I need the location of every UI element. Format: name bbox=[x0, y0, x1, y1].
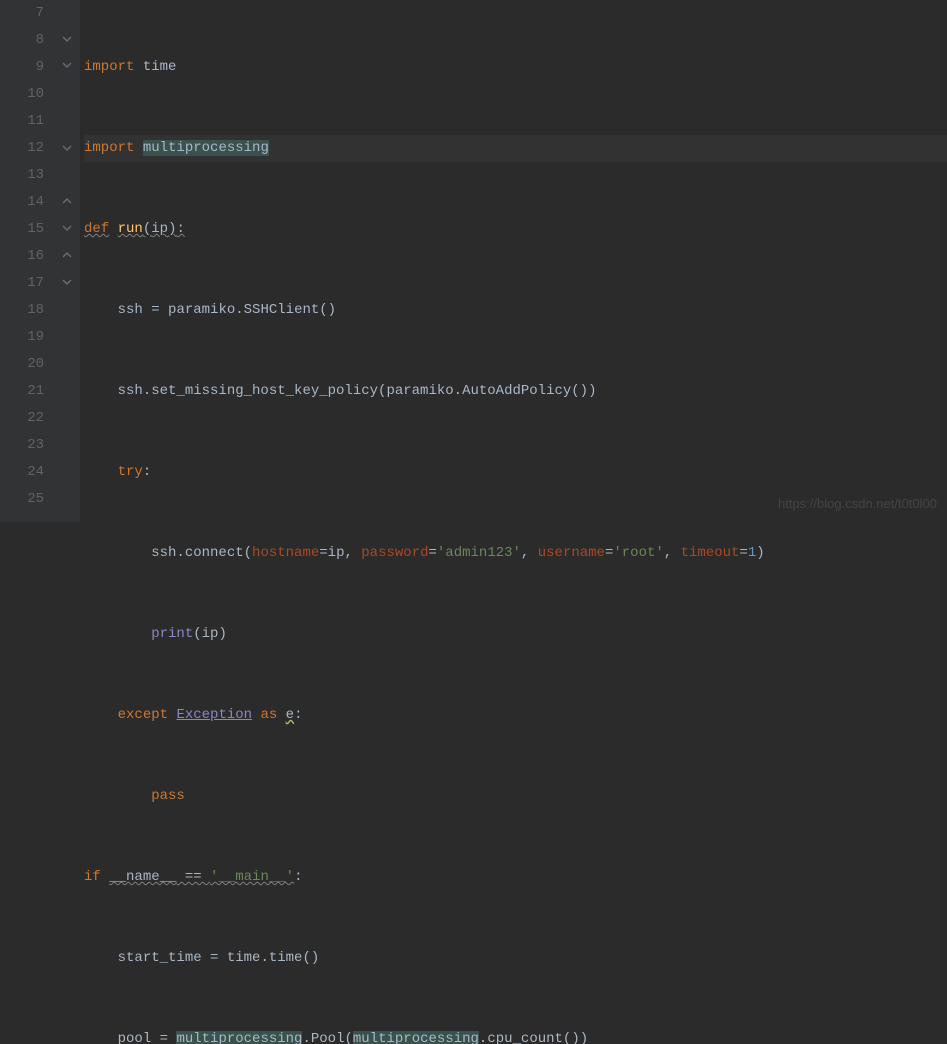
fold-gutter bbox=[56, 0, 80, 522]
line-number: 22 bbox=[0, 405, 44, 432]
code-line[interactable]: import multiprocessing bbox=[84, 135, 947, 162]
line-number: 14 bbox=[0, 189, 44, 216]
code-line[interactable]: print(ip) bbox=[84, 621, 947, 648]
line-number: 10 bbox=[0, 81, 44, 108]
line-number: 12 bbox=[0, 135, 44, 162]
fold-close-icon[interactable] bbox=[62, 196, 72, 206]
line-number: 20 bbox=[0, 351, 44, 378]
line-number: 23 bbox=[0, 432, 44, 459]
line-number: 19 bbox=[0, 324, 44, 351]
line-number: 15 bbox=[0, 216, 44, 243]
fold-open-icon[interactable] bbox=[62, 277, 72, 287]
fold-open-icon[interactable] bbox=[62, 143, 72, 153]
code-line[interactable]: start_time = time.time() bbox=[84, 945, 947, 972]
code-content[interactable]: import time import multiprocessing def r… bbox=[80, 0, 947, 522]
code-line[interactable]: pool = multiprocessing.Pool(multiprocess… bbox=[84, 1026, 947, 1044]
fold-close-icon[interactable] bbox=[62, 250, 72, 260]
code-line[interactable]: ssh = paramiko.SSHClient() bbox=[84, 297, 947, 324]
line-number: 24 bbox=[0, 459, 44, 486]
line-number: 9 bbox=[0, 54, 44, 81]
code-line[interactable]: try: bbox=[84, 459, 947, 486]
line-number: 8 bbox=[0, 27, 44, 54]
line-number: 13 bbox=[0, 162, 44, 189]
line-number: 11 bbox=[0, 108, 44, 135]
code-line[interactable]: except Exception as e: bbox=[84, 702, 947, 729]
code-line[interactable]: if __name__ == '__main__': bbox=[84, 864, 947, 891]
watermark-text: https://blog.csdn.net/t0t0l00 bbox=[778, 490, 937, 517]
line-number: 25 bbox=[0, 486, 44, 513]
line-number: 7 bbox=[0, 0, 44, 27]
fold-open-icon[interactable] bbox=[62, 34, 72, 44]
line-number-gutter: 7 8 9 10 11 12 13 14 15 16 17 18 19 20 2… bbox=[0, 0, 56, 522]
code-line[interactable]: def run(ip): bbox=[84, 216, 947, 243]
code-line[interactable]: import time bbox=[84, 54, 947, 81]
line-number: 16 bbox=[0, 243, 44, 270]
line-number: 21 bbox=[0, 378, 44, 405]
fold-open-icon[interactable] bbox=[62, 60, 72, 70]
line-number: 17 bbox=[0, 270, 44, 297]
code-line[interactable]: ssh.set_missing_host_key_policy(paramiko… bbox=[84, 378, 947, 405]
line-number: 18 bbox=[0, 297, 44, 324]
code-line[interactable]: ssh.connect(hostname=ip, password='admin… bbox=[84, 540, 947, 567]
code-editor[interactable]: 7 8 9 10 11 12 13 14 15 16 17 18 19 20 2… bbox=[0, 0, 947, 522]
fold-open-icon[interactable] bbox=[62, 223, 72, 233]
code-line[interactable]: pass bbox=[84, 783, 947, 810]
